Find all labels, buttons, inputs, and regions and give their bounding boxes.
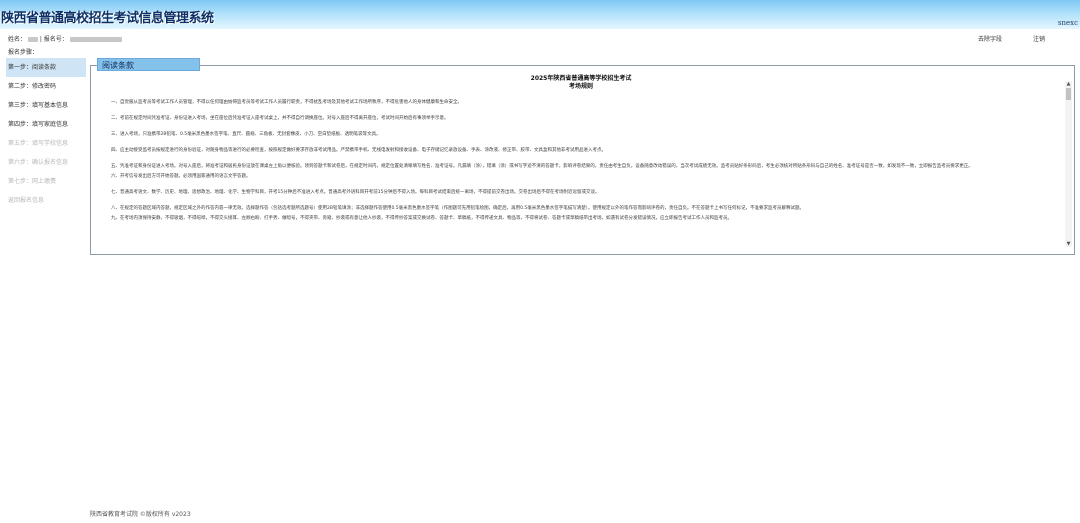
document-scrollbar[interactable]: ▲ ▼ <box>1065 81 1072 247</box>
step-family-info[interactable]: 第四步：填写家庭信息 <box>6 115 86 134</box>
user-info-bar: 姓名： | 报名号： 去除字段 注销 <box>0 30 1080 44</box>
rule-1: 一、自觉服从监考员等考试工作人员管理，不得以任何理由妨碍监考员等考试工作人员履行… <box>111 100 462 105</box>
scroll-thumb[interactable] <box>1066 88 1071 100</box>
app-title: 陕西省普通高校招生考试信息管理系统 <box>1 11 214 26</box>
panel-legend: 阅读条款 <box>97 58 200 71</box>
exam-number-label: | 报名号： <box>39 36 68 43</box>
terms-document[interactable]: 2025年陕西省普通高等学校招生考试 考场规则 一、自觉服从监考员等考试工作人员… <box>101 74 1061 250</box>
scroll-down-arrow-icon[interactable]: ▼ <box>1065 241 1072 247</box>
steps-title: 报名步骤： <box>8 49 39 56</box>
step-school-info: 第五步：填写学校信息 <box>8 140 69 147</box>
step-basic-info[interactable]: 第三步：填写基本信息 <box>6 96 86 115</box>
name-value-redacted <box>27 37 38 42</box>
rule-3: 三、进入考场，只准携带2B铅笔、0.5毫米黑色墨水签字笔、直尺、圆规、三角板、无… <box>111 132 381 137</box>
candidate-info: 姓名： | 报名号： <box>8 34 122 43</box>
header-link-1[interactable]: 去除字段 <box>978 34 1002 43</box>
name-label: 姓名： <box>8 36 27 43</box>
steps-sidebar: 第一步：阅读条款 第二步：修改密码 第三步：填写基本信息 第四步：填写家庭信息 … <box>6 58 86 210</box>
exam-number-redacted <box>69 37 122 42</box>
rule-4: 四、应主动接受监考员按规定进行的身份验证，对随身物品等进行的必要检查，按照规定做… <box>111 148 606 153</box>
document-subtitle: 考场规则 <box>568 83 593 90</box>
step-confirm-info: 第六步：确认报名信息 <box>8 159 69 166</box>
username-label: snexc <box>1057 19 1078 27</box>
rule-2: 二、考前在规定时间凭准考证、身份证进入考场，坐在座位后凭准考证入座考试桌上，并不… <box>111 116 449 121</box>
footer-copyright: 陕西省教育考试院 ©版权所有 v2023 <box>90 511 191 518</box>
step-online-payment: 第七步：网上缴费 <box>8 178 57 185</box>
step-change-password[interactable]: 第二步：修改密码 <box>6 77 86 96</box>
step-return-info: 返回报名信息 <box>8 197 45 204</box>
header-banner: 陕西省普通高校招生考试信息管理系统 snexc <box>0 0 1080 29</box>
rule-7: 七、普通高考语文、数学、历史、地理、思想政治、地理、化学、生物学科目，开考15分… <box>111 190 600 195</box>
step-read-terms[interactable]: 第一步：阅读条款 <box>6 58 86 77</box>
rule-9: 九、在考场内须保持安静，不得吸烟，不得喧哗，不得交头接耳、左顾右盼、打手势、做暗… <box>111 216 732 221</box>
rule-6: 六、开考信号发出后方可开始答题。必须用国家通用的语言文字答题。 <box>111 174 251 179</box>
rule-5: 五、凭准考证和身份证进入考场。对号入座后，将准考证和居民身份证放在课桌左上角以便… <box>111 164 973 169</box>
scroll-up-arrow-icon[interactable]: ▲ <box>1065 81 1072 87</box>
document-title: 2025年陕西省普通高等学校招生考试 <box>530 75 632 82</box>
rule-8: 八、在规定的答题区域内答题，规定区域之外的作答内容一律无效。选择题作答（包括选考… <box>111 206 804 211</box>
logout-link[interactable]: 注销 <box>1033 34 1045 43</box>
terms-panel: 阅读条款 2025年陕西省普通高等学校招生考试 考场规则 一、自觉服从监考员等考… <box>90 58 1075 255</box>
